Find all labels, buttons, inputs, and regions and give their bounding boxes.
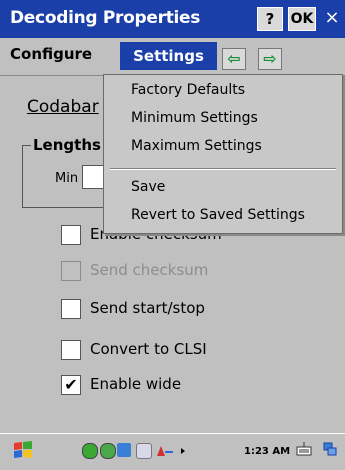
- checkbox-checked[interactable]: ✔: [61, 375, 81, 395]
- keyboard-icon[interactable]: [296, 441, 312, 457]
- menu-separator: [110, 168, 336, 170]
- close-button[interactable]: ×: [320, 7, 344, 31]
- network-status-icon[interactable]: [322, 441, 338, 457]
- checkbox[interactable]: [61, 299, 81, 319]
- option-label: Send start/stop: [90, 299, 205, 317]
- window-title: Decoding Properties: [10, 8, 201, 28]
- ok-button[interactable]: OK: [288, 7, 316, 31]
- settings-dropdown-menu: Factory Defaults Minimum Settings Maximu…: [103, 74, 343, 234]
- sync-icon[interactable]: [100, 443, 116, 459]
- bluetooth-icon[interactable]: [136, 443, 152, 459]
- help-button[interactable]: ?: [257, 7, 283, 31]
- checkbox[interactable]: [61, 261, 81, 281]
- option-label: Convert to CLSI: [90, 340, 207, 358]
- arrow-right-icon: ⇨: [263, 49, 277, 68]
- menu-item-factory-defaults[interactable]: Factory Defaults: [131, 82, 245, 98]
- signal-icon[interactable]: [155, 443, 175, 457]
- lengths-label: Lengths: [31, 136, 103, 154]
- min-length-label: Min: [55, 171, 79, 186]
- menu-item-maximum-settings[interactable]: Maximum Settings: [131, 138, 262, 154]
- menu-item-save[interactable]: Save: [131, 179, 165, 195]
- checkmark-icon: ✔: [64, 375, 78, 394]
- network-icon[interactable]: [117, 443, 131, 457]
- start-flag-icon[interactable]: [12, 439, 34, 461]
- expand-tray-icon[interactable]: [180, 443, 186, 457]
- option-label: Enable wide: [90, 375, 182, 393]
- checkbox[interactable]: [61, 225, 81, 245]
- previous-page-button[interactable]: ⇦: [222, 48, 246, 70]
- connectivity-icon[interactable]: [82, 443, 98, 459]
- menu-settings[interactable]: Settings: [120, 42, 217, 70]
- option-label: Send checksum: [90, 261, 209, 279]
- menu-item-revert-to-saved[interactable]: Revert to Saved Settings: [131, 207, 305, 223]
- symbology-title: Codabar: [27, 97, 99, 117]
- menu-configure[interactable]: Configure: [10, 45, 92, 63]
- checkbox[interactable]: [61, 340, 81, 360]
- arrow-left-icon: ⇦: [227, 49, 241, 68]
- next-page-button[interactable]: ⇨: [258, 48, 282, 70]
- clock[interactable]: 1:23 AM: [244, 446, 290, 457]
- menu-item-minimum-settings[interactable]: Minimum Settings: [131, 110, 258, 126]
